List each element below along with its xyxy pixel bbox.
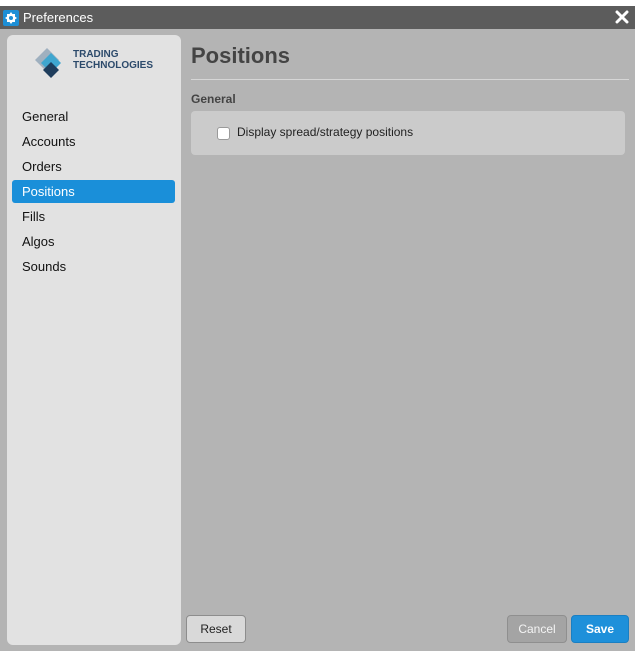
- app-settings-icon: [3, 10, 19, 26]
- save-button[interactable]: Save: [571, 615, 629, 643]
- logo-text: TRADING TECHNOLOGIES: [73, 49, 153, 71]
- trading-technologies-logo-icon: TRADING TECHNOLOGIES: [33, 45, 163, 79]
- page-title: Positions: [191, 43, 291, 68]
- title-divider: [191, 79, 629, 80]
- sidebar-item-general[interactable]: General: [12, 105, 175, 128]
- window-title: Preferences: [23, 10, 94, 25]
- reset-button[interactable]: Reset: [186, 615, 246, 643]
- sidebar-item-fills[interactable]: Fills: [12, 205, 175, 228]
- logo-line-2: TECHNOLOGIES: [73, 60, 154, 71]
- cancel-button[interactable]: Cancel: [507, 615, 567, 643]
- sidebar-item-algos[interactable]: Algos: [12, 230, 175, 253]
- close-icon[interactable]: [615, 9, 629, 25]
- preferences-window: Preferences TRADING TECHNOLOGIES General …: [0, 6, 635, 651]
- general-section: Display spread/strategy positions: [191, 111, 625, 155]
- display-spread-label[interactable]: Display spread/strategy positions: [237, 125, 413, 140]
- logo-line-1: TRADING: [73, 49, 119, 60]
- sidebar-item-sounds[interactable]: Sounds: [12, 255, 175, 278]
- section-label: General: [191, 92, 236, 106]
- sidebar-item-accounts[interactable]: Accounts: [12, 130, 175, 153]
- main-content: Positions General Display spread/strateg…: [191, 35, 629, 645]
- sidebar: TRADING TECHNOLOGIES General Accounts Ord…: [7, 35, 181, 645]
- title-bar: Preferences: [0, 6, 635, 29]
- sidebar-item-positions[interactable]: Positions: [12, 180, 175, 203]
- sidebar-nav: General Accounts Orders Positions Fills …: [12, 105, 175, 280]
- sidebar-item-orders[interactable]: Orders: [12, 155, 175, 178]
- display-spread-checkbox[interactable]: [217, 127, 230, 140]
